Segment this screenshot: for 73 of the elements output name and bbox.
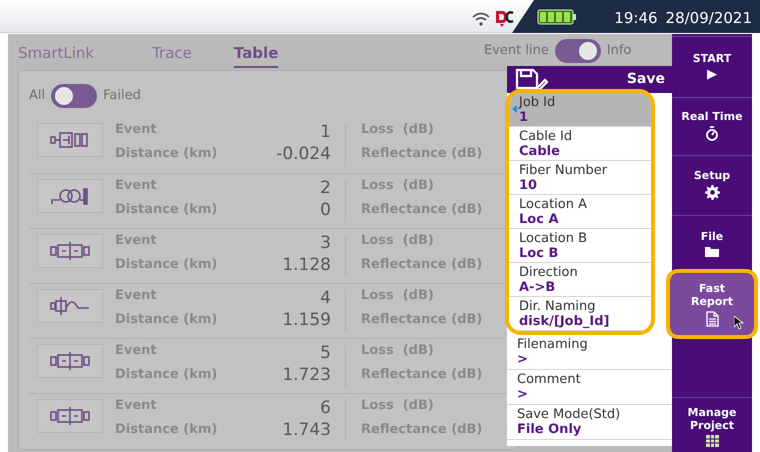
stopwatch-icon xyxy=(705,126,719,141)
toggle-label: Event line xyxy=(484,42,549,60)
field-label: Reflectance (dB) xyxy=(361,421,482,439)
save-field[interactable]: Cable Id Cable xyxy=(509,127,651,161)
grid-icon xyxy=(706,434,718,446)
field-label: Event xyxy=(115,342,157,360)
cursor-icon xyxy=(734,316,744,330)
save-field[interactable]: Direction A->B xyxy=(509,263,651,297)
settings-icon xyxy=(704,185,720,200)
save-field[interactable]: Location B Loc B xyxy=(509,229,651,263)
connector-icon xyxy=(50,406,90,426)
save-field[interactable]: Fiber Number 10 xyxy=(509,161,651,195)
field-label: Event xyxy=(115,177,157,195)
field-label: Distance (km) xyxy=(115,421,218,439)
save-title: Save xyxy=(626,70,665,89)
field-label: Reflectance (dB) xyxy=(361,201,482,219)
field-label: Distance (km) xyxy=(115,201,218,219)
event-number: 5 xyxy=(320,342,331,365)
distance-value: -0.024 xyxy=(276,143,331,166)
field-label: Loss (dB) xyxy=(361,287,434,305)
event-number: 1 xyxy=(320,121,331,144)
toggle-label: Info xyxy=(606,42,632,60)
connector-icon xyxy=(50,296,90,316)
sidebar-button[interactable]: File xyxy=(672,215,752,271)
logo-icon xyxy=(494,9,514,27)
field-label: Reflectance (dB) xyxy=(361,145,482,163)
save-field[interactable]: Filenaming > xyxy=(507,335,673,370)
event-number: 3 xyxy=(320,232,331,255)
field-label: Distance (km) xyxy=(115,256,218,274)
event-number: 2 xyxy=(320,177,331,200)
floppy-edit-icon xyxy=(515,68,549,92)
field-label: Event xyxy=(115,232,157,250)
toggle-switch[interactable] xyxy=(51,84,98,108)
distance-value: 1.159 xyxy=(282,309,331,332)
clock-date: 28/09/2021 xyxy=(666,8,752,29)
distance-value: 1.723 xyxy=(282,364,331,387)
coil-icon xyxy=(50,186,90,206)
distance-value: 1.128 xyxy=(282,254,331,277)
folder-icon xyxy=(704,246,720,258)
wifi-icon xyxy=(472,12,490,26)
save-field[interactable]: Save Mode(Std) File Only xyxy=(507,405,673,440)
field-label: Event xyxy=(115,121,157,139)
toggle-switch[interactable] xyxy=(554,39,601,63)
field-label: Loss (dB) xyxy=(361,342,434,360)
save-field[interactable]: Job Id 1 xyxy=(509,93,651,127)
save-field[interactable]: Location A Loc A xyxy=(509,195,651,229)
distance-value: 0 xyxy=(320,199,331,222)
field-label: Distance (km) xyxy=(115,311,218,329)
event-number: 4 xyxy=(320,287,331,310)
field-label: Distance (km) xyxy=(115,145,218,163)
field-label: Loss (dB) xyxy=(361,177,434,195)
field-label: Loss (dB) xyxy=(361,232,434,250)
field-label: Reflectance (dB) xyxy=(361,256,482,274)
field-label: Reflectance (dB) xyxy=(361,311,482,329)
document-icon xyxy=(706,311,718,327)
connector-icon xyxy=(50,130,90,150)
toggle-label: All xyxy=(29,87,46,106)
field-label: Reflectance (dB) xyxy=(361,366,482,384)
event-number: 6 xyxy=(320,397,331,420)
field-label: Distance (km) xyxy=(115,366,218,384)
field-label: Event xyxy=(115,287,157,305)
clock-time: 19:46 xyxy=(614,8,658,29)
toggle-label: Failed xyxy=(103,87,141,106)
save-field[interactable]: Dir. Naming disk/[Job_Id] xyxy=(509,297,651,331)
connector-icon xyxy=(50,351,90,371)
pointer-icon xyxy=(512,105,517,113)
field-label: Loss (dB) xyxy=(361,121,434,139)
field-label: Event xyxy=(115,397,157,415)
battery-icon xyxy=(537,9,577,25)
field-label: Loss (dB) xyxy=(361,397,434,415)
distance-value: 1.743 xyxy=(282,419,331,442)
connector-icon xyxy=(50,241,90,261)
save-field[interactable]: Comment > xyxy=(507,370,673,405)
